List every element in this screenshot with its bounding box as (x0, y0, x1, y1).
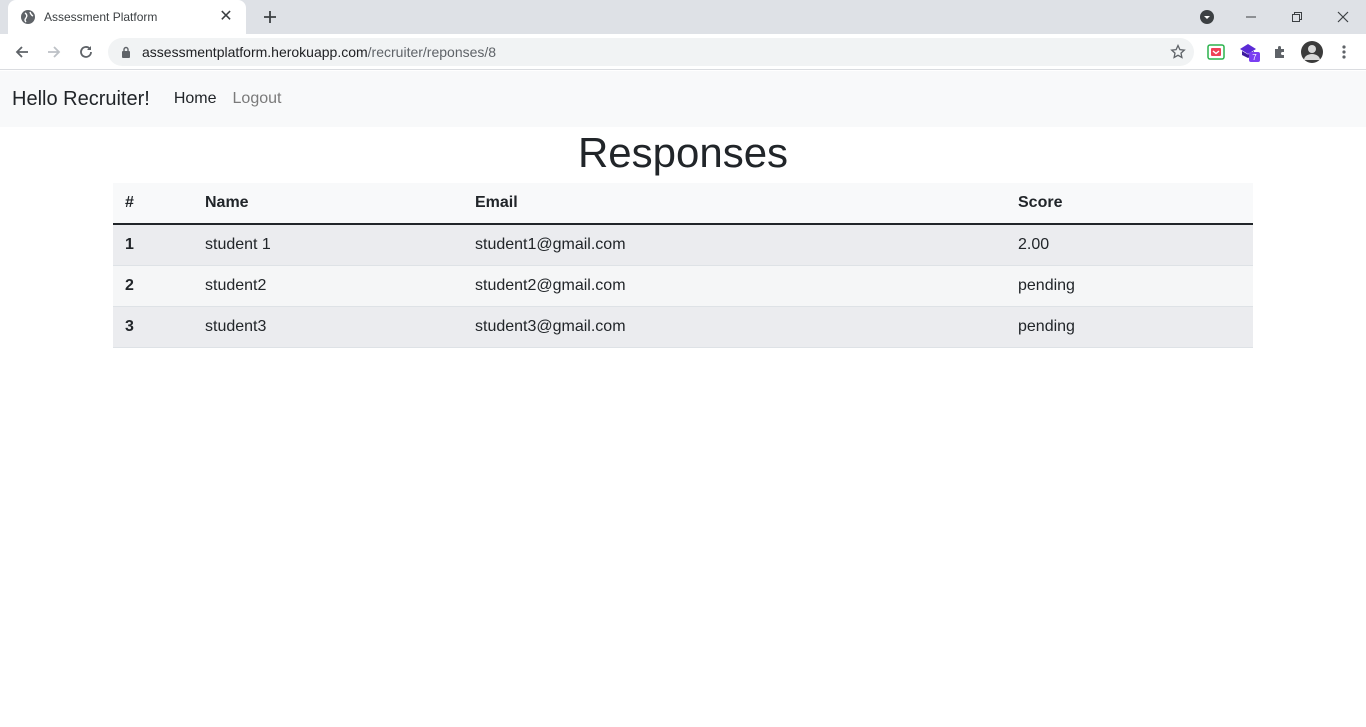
table-row: 2 student2 student2@gmail.com pending (113, 265, 1253, 306)
new-tab-icon[interactable] (258, 5, 282, 29)
address-bar[interactable]: assessmentplatform.herokuapp.com/recruit… (108, 38, 1194, 66)
table-header-row: # Name Email Score (113, 183, 1253, 224)
header-number: # (125, 194, 134, 211)
bookmark-star-icon[interactable] (1170, 43, 1186, 60)
profile-avatar[interactable] (1300, 40, 1324, 64)
navbar-brand[interactable]: Hello Recruiter! (12, 88, 150, 111)
row-email: student3@gmail.com (475, 317, 626, 335)
header-email: Email (475, 194, 518, 211)
browser-tab[interactable]: Assessment Platform ✕ (8, 0, 246, 34)
site-navbar: Hello Recruiter! Home Logout (0, 71, 1366, 127)
row-number: 3 (125, 317, 134, 335)
tab-search-icon[interactable] (1184, 0, 1230, 34)
row-name: student3 (205, 317, 267, 335)
row-email: student1@gmail.com (475, 235, 626, 253)
tab-title: Assessment Platform (44, 10, 158, 24)
reload-icon[interactable] (72, 38, 100, 66)
table-row: 1 student 1 student1@gmail.com 2.00 (113, 224, 1253, 265)
puzzle-extensions-icon[interactable] (1270, 42, 1290, 62)
responses-table: # Name Email Score 1 student 1 student1@… (113, 183, 1253, 348)
row-name: student2 (205, 276, 267, 294)
table-row: 3 student3 student3@gmail.com pending (113, 306, 1253, 347)
lock-icon[interactable] (120, 45, 132, 59)
row-email: student2@gmail.com (475, 276, 626, 294)
url-text[interactable]: assessmentplatform.herokuapp.com/recruit… (142, 44, 496, 60)
page-title: Responses (577, 129, 789, 176)
row-number: 2 (125, 276, 134, 294)
nav-home-link[interactable]: Home (174, 90, 217, 108)
header-score: Score (1018, 194, 1063, 211)
minimize-icon[interactable] (1228, 0, 1274, 34)
row-score: 2.00 (1018, 235, 1050, 253)
header-name: Name (205, 194, 249, 211)
row-number: 1 (125, 235, 134, 253)
extension-badge: 7 (1252, 53, 1257, 62)
url-path: /recruiter/reponses/8 (367, 44, 497, 60)
back-arrow-icon[interactable] (8, 38, 36, 66)
pocket-extension-icon[interactable] (1206, 42, 1226, 62)
nav-logout-link[interactable]: Logout (233, 90, 282, 108)
row-score: pending (1018, 276, 1075, 294)
forward-arrow-icon[interactable] (40, 38, 68, 66)
browser-toolbar: assessmentplatform.herokuapp.com/recruit… (0, 34, 1366, 70)
row-score: pending (1018, 317, 1075, 335)
globe-icon (20, 9, 36, 25)
purple-extension-icon[interactable]: 7 (1238, 42, 1262, 62)
close-tab-icon[interactable]: ✕ (218, 9, 234, 25)
row-name: student 1 (205, 235, 271, 253)
responses-table-container: # Name Email Score 1 student 1 student1@… (113, 183, 1253, 348)
tab-strip: Assessment Platform ✕ (0, 0, 1366, 34)
url-host: assessmentplatform.herokuapp.com (142, 44, 368, 60)
close-window-icon[interactable] (1320, 0, 1366, 34)
restore-icon[interactable] (1274, 0, 1320, 34)
browser-menu-icon[interactable] (1334, 42, 1354, 62)
